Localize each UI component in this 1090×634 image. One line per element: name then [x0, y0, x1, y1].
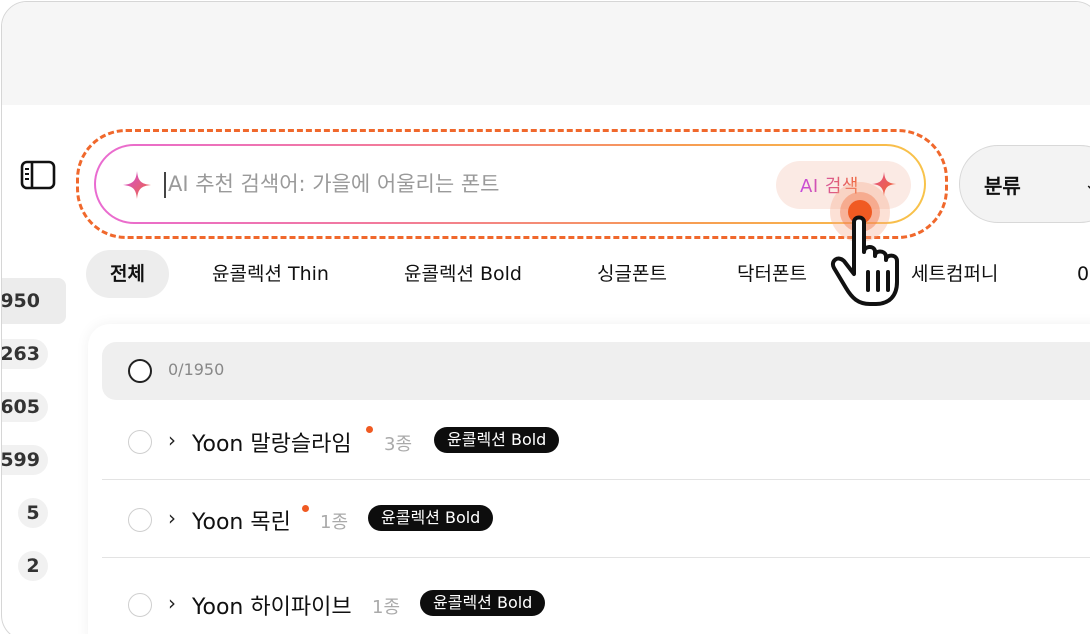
sidebar-panel-icon[interactable]	[20, 160, 56, 190]
row-divider	[102, 557, 1090, 558]
ai-search-bar[interactable]: AI 검색	[94, 144, 926, 224]
tab-more[interactable]: 0	[1077, 250, 1089, 298]
filter-label: 분류	[984, 173, 1021, 198]
selection-count: 0/1950	[168, 360, 225, 379]
chevron-right-icon[interactable]: ›	[168, 506, 176, 530]
count-item[interactable]: 605	[2, 392, 48, 422]
text-caret	[164, 172, 166, 198]
collection-badge: 윤콜렉션 Bold	[368, 505, 494, 531]
collection-badge: 윤콜렉션 Bold	[434, 427, 560, 453]
row-divider	[102, 479, 1090, 480]
chevron-down-icon: ⌄	[1084, 174, 1090, 195]
row-select-radio[interactable]	[128, 593, 152, 617]
count-item[interactable]: 263	[2, 339, 48, 369]
chevron-right-icon[interactable]: ›	[168, 591, 176, 615]
top-bar	[2, 2, 1090, 105]
tab-yoon-bold[interactable]: 윤콜렉션 Bold	[404, 250, 522, 298]
tab-all[interactable]: 전체	[86, 250, 169, 298]
category-filter-dropdown[interactable]: 분류 ⌄	[959, 145, 1090, 223]
style-count: 3종	[384, 434, 413, 455]
count-item[interactable]: 950	[2, 286, 48, 316]
font-name[interactable]: Yoon 목린	[192, 504, 291, 536]
new-indicator-dot	[302, 505, 309, 512]
select-all-radio[interactable]	[128, 359, 152, 383]
chevron-right-icon[interactable]: ›	[168, 428, 176, 452]
collection-badge: 윤콜렉션 Bold	[420, 590, 546, 616]
tab-yoon-thin[interactable]: 윤콜렉션 Thin	[212, 250, 329, 298]
hand-pointer-icon	[830, 182, 899, 306]
sparkle-icon	[123, 171, 151, 199]
font-name[interactable]: Yoon 말랑슬라임	[192, 426, 352, 458]
font-name[interactable]: Yoon 하이파이브	[192, 589, 352, 621]
list-header	[102, 342, 1090, 400]
style-count: 1종	[320, 512, 349, 533]
app-window: 950 263 605 599 5 2 AI 검색 분류 ⌄	[1, 1, 1090, 634]
new-indicator-dot	[366, 426, 373, 433]
count-item[interactable]: 599	[2, 445, 48, 475]
row-select-radio[interactable]	[128, 508, 152, 532]
tab-single-font[interactable]: 싱글폰트	[597, 250, 667, 298]
count-item[interactable]: 2	[18, 551, 48, 581]
style-count: 1종	[372, 597, 401, 618]
count-item[interactable]: 5	[18, 498, 48, 528]
row-select-radio[interactable]	[128, 430, 152, 454]
tab-doctor-font[interactable]: 닥터폰트	[737, 250, 807, 298]
search-input[interactable]	[168, 160, 728, 208]
